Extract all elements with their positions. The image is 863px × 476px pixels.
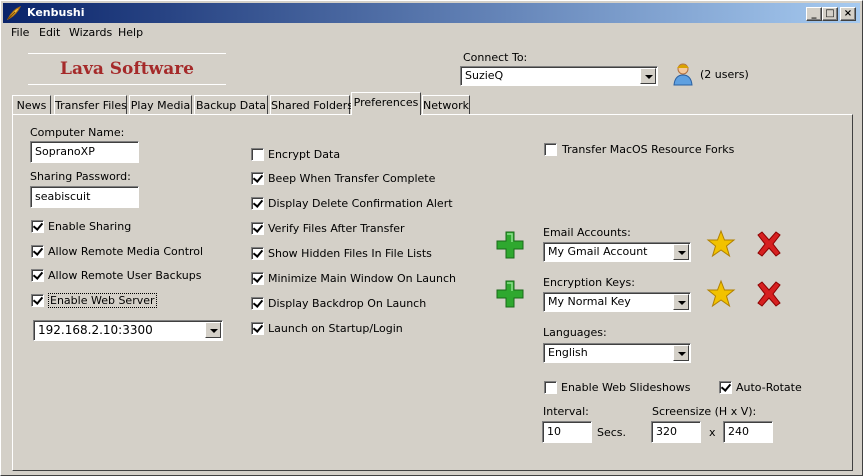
chevron-down-icon[interactable] — [205, 322, 221, 338]
enable-web-server-checkbox[interactable] — [31, 294, 44, 307]
tab-preferences[interactable]: Preferences — [351, 92, 421, 115]
feather-icon — [6, 6, 22, 21]
languages-value: English — [548, 346, 588, 359]
screensize-h-field[interactable]: 320 — [651, 421, 701, 443]
menu-file[interactable]: File — [11, 26, 29, 39]
sharing-password-field[interactable]: seabiscuit — [30, 186, 139, 208]
tab-backup-data[interactable]: Backup Data — [194, 95, 268, 114]
interval-label: Interval: — [543, 405, 589, 418]
minimize-main-window-label: Minimize Main Window On Launch — [268, 272, 456, 285]
default-key-star-icon[interactable] — [706, 279, 736, 309]
display-delete-confirmation-checkbox[interactable] — [251, 197, 264, 210]
display-backdrop-checkbox[interactable] — [251, 297, 264, 310]
enable-sharing-checkbox[interactable] — [31, 220, 44, 233]
encryption-keys-label: Encryption Keys: — [543, 276, 635, 289]
encrypt-data-checkbox[interactable] — [251, 148, 264, 161]
languages-label: Languages: — [543, 326, 607, 339]
web-server-address-value: 192.168.2.10:3300 — [38, 323, 153, 337]
auto-rotate-label: Auto-Rotate — [736, 381, 802, 394]
verify-files-checkbox[interactable] — [251, 222, 264, 235]
default-email-star-icon[interactable] — [706, 229, 736, 259]
secs-label: Secs. — [597, 426, 627, 439]
tab-shared-folders[interactable]: Shared Folders — [270, 95, 353, 114]
logo-text: Lava Software — [60, 59, 194, 79]
launch-on-startup-checkbox[interactable] — [251, 322, 264, 335]
launch-on-startup-label: Launch on Startup/Login — [268, 322, 403, 335]
interval-field[interactable]: 10 — [542, 421, 592, 443]
email-accounts-label: Email Accounts: — [543, 226, 631, 239]
minimize-button[interactable]: _ — [806, 7, 822, 21]
delete-email-account-icon[interactable] — [754, 229, 784, 259]
connect-to-select[interactable]: SuzieQ — [460, 66, 658, 86]
enable-web-slideshows-label: Enable Web Slideshows — [561, 381, 691, 394]
allow-remote-media-control-checkbox[interactable] — [31, 245, 44, 258]
verify-files-label: Verify Files After Transfer — [268, 222, 405, 235]
allow-remote-media-control-label: Allow Remote Media Control — [48, 245, 204, 258]
menu-wizards[interactable]: Wizards — [69, 26, 112, 39]
screensize-label: Screensize (H x V): — [652, 405, 757, 418]
minimize-main-window-checkbox[interactable] — [251, 272, 264, 285]
maximize-button[interactable]: □ — [822, 7, 838, 21]
title-bar[interactable]: Kenbushi _ □ × — [3, 3, 860, 23]
web-server-address-select[interactable]: 192.168.2.10:3300 — [33, 320, 223, 341]
screensize-v-field[interactable]: 240 — [723, 421, 773, 443]
app-window: Kenbushi _ □ × File Edit Wizards Help La… — [0, 0, 863, 476]
chevron-down-icon[interactable] — [640, 68, 656, 84]
show-hidden-files-label: Show Hidden Files In File Lists — [268, 247, 432, 260]
encrypt-data-label: Encrypt Data — [268, 148, 341, 161]
close-button[interactable]: × — [840, 7, 856, 21]
computer-name-label: Computer Name: — [30, 126, 125, 139]
transfer-macos-forks-checkbox[interactable] — [544, 143, 557, 156]
enable-web-server-label: Enable Web Server — [48, 293, 157, 308]
computer-name-field[interactable]: SopranoXP — [30, 141, 139, 163]
users-icon[interactable] — [673, 62, 693, 86]
menu-edit[interactable]: Edit — [39, 26, 60, 39]
delete-encryption-key-icon[interactable] — [754, 279, 784, 309]
languages-select[interactable]: English — [543, 343, 691, 363]
sharing-password-label: Sharing Password: — [30, 170, 131, 183]
connect-to-label: Connect To: — [463, 51, 528, 64]
display-delete-confirmation-label: Display Delete Confirmation Alert — [268, 197, 453, 210]
connect-to-value: SuzieQ — [465, 69, 504, 82]
logo-rule-top — [28, 53, 226, 54]
chevron-down-icon[interactable] — [673, 294, 689, 310]
menu-help[interactable]: Help — [118, 26, 143, 39]
add-encryption-key-icon[interactable] — [495, 279, 525, 309]
email-accounts-select[interactable]: My Gmail Account — [543, 242, 691, 262]
email-accounts-value: My Gmail Account — [548, 245, 648, 258]
allow-remote-user-backups-label: Allow Remote User Backups — [48, 269, 202, 282]
enable-web-slideshows-checkbox[interactable] — [544, 381, 557, 394]
transfer-macos-forks-label: Transfer MacOS Resource Forks — [562, 143, 735, 156]
screensize-times-label: x — [709, 426, 716, 439]
tab-news[interactable]: News — [12, 95, 51, 114]
tab-play-media[interactable]: Play Media — [129, 95, 192, 114]
allow-remote-user-backups-checkbox[interactable] — [31, 269, 44, 282]
beep-transfer-complete-checkbox[interactable] — [251, 172, 264, 185]
menu-bar: File Edit Wizards Help — [3, 24, 860, 42]
encryption-keys-select[interactable]: My Normal Key — [543, 292, 691, 312]
users-count: (2 users) — [700, 68, 749, 81]
encryption-keys-value: My Normal Key — [548, 295, 631, 308]
enable-sharing-label: Enable Sharing — [48, 220, 132, 233]
show-hidden-files-checkbox[interactable] — [251, 247, 264, 260]
window-title: Kenbushi — [27, 6, 85, 19]
add-email-account-icon[interactable] — [495, 230, 525, 260]
display-backdrop-label: Display Backdrop On Launch — [268, 297, 427, 310]
chevron-down-icon[interactable] — [673, 345, 689, 361]
logo-rule-bottom — [28, 84, 226, 85]
beep-transfer-complete-label: Beep When Transfer Complete — [268, 172, 436, 185]
tab-network[interactable]: Network — [422, 95, 470, 114]
auto-rotate-checkbox[interactable] — [719, 381, 732, 394]
tab-transfer-files[interactable]: Transfer Files — [54, 95, 127, 114]
chevron-down-icon[interactable] — [673, 244, 689, 260]
